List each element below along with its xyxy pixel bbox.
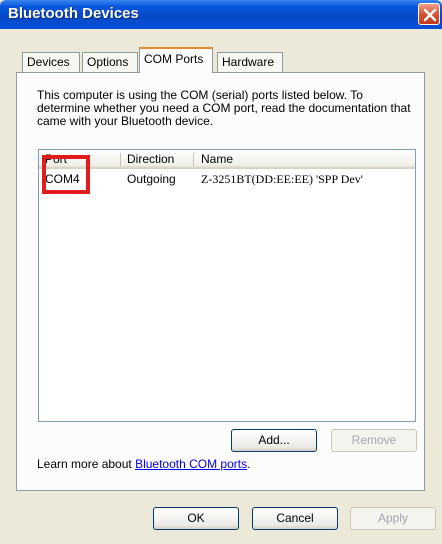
tab-options-label: Options — [87, 55, 129, 69]
column-name[interactable]: Name — [201, 152, 233, 166]
tab-com-ports-label: COM Ports — [144, 52, 204, 66]
remove-button[interactable]: Remove — [331, 429, 417, 452]
tab-com-ports[interactable]: COM Ports — [139, 47, 213, 73]
close-icon — [423, 8, 437, 22]
tab-devices[interactable]: Devices — [22, 52, 80, 72]
tab-options[interactable]: Options — [82, 52, 138, 72]
tab-devices-label: Devices — [27, 55, 70, 69]
close-button[interactable] — [418, 3, 440, 25]
column-divider[interactable] — [193, 153, 194, 166]
column-direction[interactable]: Direction — [127, 152, 174, 166]
com-ports-panel: This computer is using the COM (serial) … — [16, 72, 425, 491]
tab-hardware-label: Hardware — [222, 55, 275, 69]
apply-button[interactable]: Apply — [350, 507, 436, 530]
list-header: Port Direction Name — [39, 150, 415, 169]
cancel-button[interactable]: Cancel — [252, 507, 338, 530]
column-divider[interactable] — [120, 153, 121, 166]
cell-direction: Outgoing — [127, 172, 176, 186]
learn-more-suffix: . — [247, 457, 251, 471]
tab-hardware[interactable]: Hardware — [217, 52, 283, 72]
add-button[interactable]: Add... — [231, 429, 317, 452]
ok-button[interactable]: OK — [153, 507, 239, 530]
cell-name: Z-3251BT(DD:EE:EE) 'SPP Dev' — [201, 172, 363, 186]
window-title: Bluetooth Devices — [8, 5, 139, 22]
learn-more-text: Learn more about Bluetooth COM ports. — [37, 457, 250, 471]
ports-list[interactable]: Port Direction Name COM4 Outgoing Z-3251… — [38, 149, 416, 422]
panel-description: This computer is using the COM (serial) … — [37, 88, 411, 128]
bluetooth-devices-window: Bluetooth Devices Devices Options COM Po… — [0, 0, 442, 544]
bluetooth-com-ports-link[interactable]: Bluetooth COM ports — [135, 457, 247, 471]
title-bar[interactable]: Bluetooth Devices — [0, 0, 442, 29]
learn-more-prefix: Learn more about — [37, 457, 136, 471]
highlight-box — [42, 155, 90, 194]
